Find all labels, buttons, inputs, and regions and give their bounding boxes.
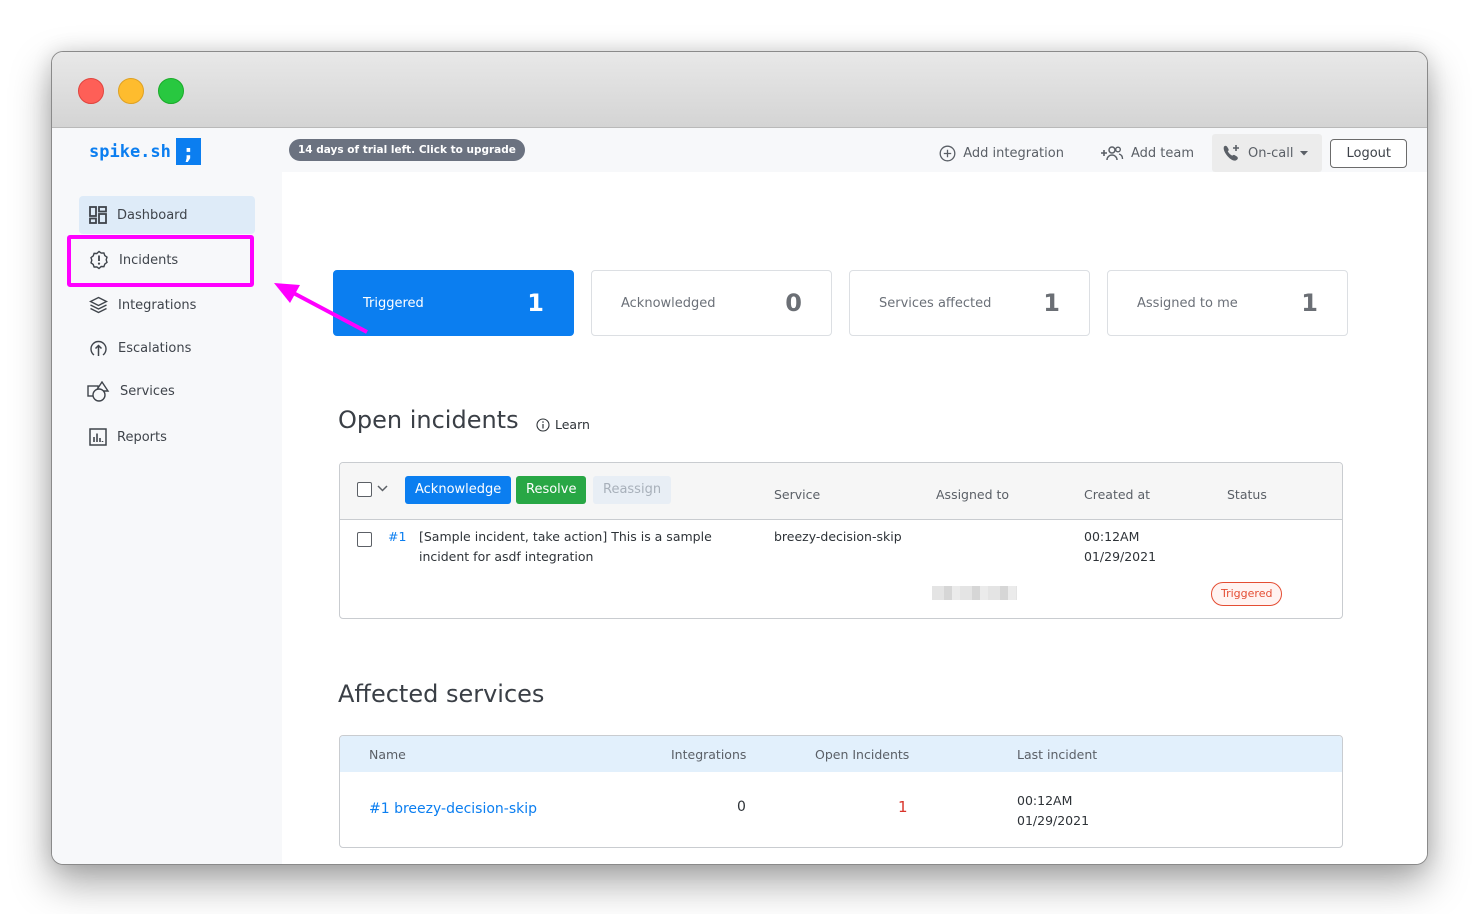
stat-value: 1 (1301, 289, 1318, 317)
shapes-icon (87, 380, 110, 402)
learn-link[interactable]: Learn (536, 417, 590, 432)
incident-service: breezy-decision-skip (774, 529, 902, 544)
chevron-down-icon[interactable] (377, 485, 388, 492)
trial-banner[interactable]: 14 days of trial left. Click to upgrade (289, 139, 525, 161)
table-row: #1 [Sample incident, take action] This i… (340, 520, 1342, 618)
on-call-label: On-call (1247, 145, 1294, 161)
column-header-assigned-to[interactable]: Assigned to (936, 487, 1009, 502)
column-header-last-incident: Last incident (1017, 747, 1098, 762)
main-content: Triggered 1 Acknowledged 0 Services affe… (282, 172, 1427, 864)
sidebar-item-integrations[interactable]: Integrations (79, 286, 255, 324)
incident-title-line: incident for asdf integration (419, 549, 594, 564)
created-date: 01/29/2021 (1084, 549, 1157, 564)
escalation-arrow-icon (90, 340, 107, 356)
column-header-status[interactable]: Status (1227, 487, 1267, 502)
incident-title-link[interactable]: [Sample incident, take action] This is a… (419, 527, 712, 567)
incident-created-at: 00:12AM 01/29/2021 (1084, 527, 1156, 567)
service-integrations-count: 0 (737, 799, 746, 815)
sidebar-item-label: Services (120, 383, 175, 399)
open-incidents-table: Acknowledge Resolve Reassign Service Ass… (339, 462, 1343, 619)
sidebar-item-reports[interactable]: Reports (79, 418, 255, 456)
column-header-name: Name (369, 747, 406, 762)
plus-circle-icon (939, 145, 956, 161)
top-bar: spike.sh ; 14 days of trial left. Click … (52, 128, 1427, 172)
column-header-integrations: Integrations (671, 747, 747, 762)
stat-card-services-affected[interactable]: Services affected 1 (849, 270, 1090, 336)
table-header: Acknowledge Resolve Reassign Service Ass… (340, 463, 1342, 520)
stat-card-assigned-to-me[interactable]: Assigned to me 1 (1107, 270, 1348, 336)
stat-label: Services affected (879, 295, 992, 311)
sidebar-item-label: Reports (117, 429, 167, 445)
assignee-redacted (932, 586, 1017, 600)
stat-value: 1 (527, 289, 544, 317)
resolve-button[interactable]: Resolve (516, 476, 587, 504)
close-window-button[interactable] (78, 78, 104, 104)
minimize-window-button[interactable] (118, 78, 144, 104)
stat-label: Acknowledged (621, 295, 716, 311)
last-incident-date: 01/29/2021 (1017, 813, 1090, 828)
bar-chart-icon (89, 428, 107, 446)
service-open-incidents-count: 1 (898, 798, 908, 816)
table-header: Name Integrations Open Incidents Last in… (340, 736, 1342, 772)
annotation-arrow-icon (274, 283, 368, 334)
dashboard-icon (89, 206, 107, 224)
logo-mark: ; (175, 138, 201, 165)
caret-down-icon (1300, 150, 1309, 155)
sidebar-item-services[interactable]: Services (79, 372, 255, 410)
add-team-icon (1100, 146, 1124, 161)
select-all-checkbox[interactable] (357, 482, 372, 497)
created-time: 00:12AM (1084, 529, 1140, 544)
info-icon (536, 417, 550, 432)
sidebar-item-dashboard[interactable]: Dashboard (79, 196, 255, 234)
on-call-dropdown[interactable]: On-call (1211, 134, 1323, 172)
affected-services-table: Name Integrations Open Incidents Last in… (339, 735, 1343, 848)
incident-id-link[interactable]: #1 (388, 527, 406, 547)
stat-card-acknowledged[interactable]: Acknowledged 0 (591, 270, 832, 336)
status-badge: Triggered (1211, 582, 1283, 606)
open-incidents-title: Open incidents (338, 406, 519, 434)
sidebar-item-escalations[interactable]: Escalations (79, 329, 255, 367)
stat-value: 1 (1043, 289, 1060, 317)
add-integration-button[interactable]: Add integration (921, 134, 1082, 172)
stat-label: Assigned to me (1137, 295, 1238, 311)
sidebar-item-label: Dashboard (117, 207, 188, 223)
column-header-created-at[interactable]: Created at (1084, 487, 1150, 502)
service-link[interactable]: #1 breezy-decision-skip (369, 799, 537, 819)
add-team-label: Add team (1130, 145, 1194, 161)
logo-text: spike.sh (89, 141, 171, 162)
add-integration-label: Add integration (963, 145, 1064, 161)
maximize-window-button[interactable] (158, 78, 184, 104)
browser-window: spike.sh ; 14 days of trial left. Click … (51, 51, 1428, 865)
stat-value: 0 (785, 289, 802, 317)
row-checkbox[interactable] (357, 532, 372, 547)
phone-add-icon (1223, 145, 1239, 161)
acknowledge-button[interactable]: Acknowledge (405, 476, 512, 504)
reassign-button[interactable]: Reassign (593, 476, 672, 504)
column-header-service[interactable]: Service (774, 487, 820, 502)
column-header-open-incidents: Open Incidents (815, 747, 910, 762)
sidebar-item-label: Escalations (118, 340, 192, 356)
service-last-incident: 00:12AM 01/29/2021 (1017, 791, 1089, 831)
annotation-highlight-box (67, 235, 254, 287)
layers-icon (89, 296, 108, 314)
last-incident-time: 00:12AM (1017, 793, 1073, 808)
add-team-button[interactable]: Add team (1082, 134, 1212, 172)
logout-button[interactable]: Logout (1330, 138, 1407, 168)
learn-label: Learn (555, 417, 590, 432)
table-row: #1 breezy-decision-skip 0 1 00:12AM 01/2… (340, 772, 1342, 847)
incident-title-line: [Sample incident, take action] This is a… (419, 529, 712, 544)
logo[interactable]: spike.sh ; (89, 138, 201, 165)
window-titlebar (52, 52, 1427, 128)
sidebar-item-label: Integrations (118, 297, 197, 313)
affected-services-title: Affected services (338, 680, 545, 708)
